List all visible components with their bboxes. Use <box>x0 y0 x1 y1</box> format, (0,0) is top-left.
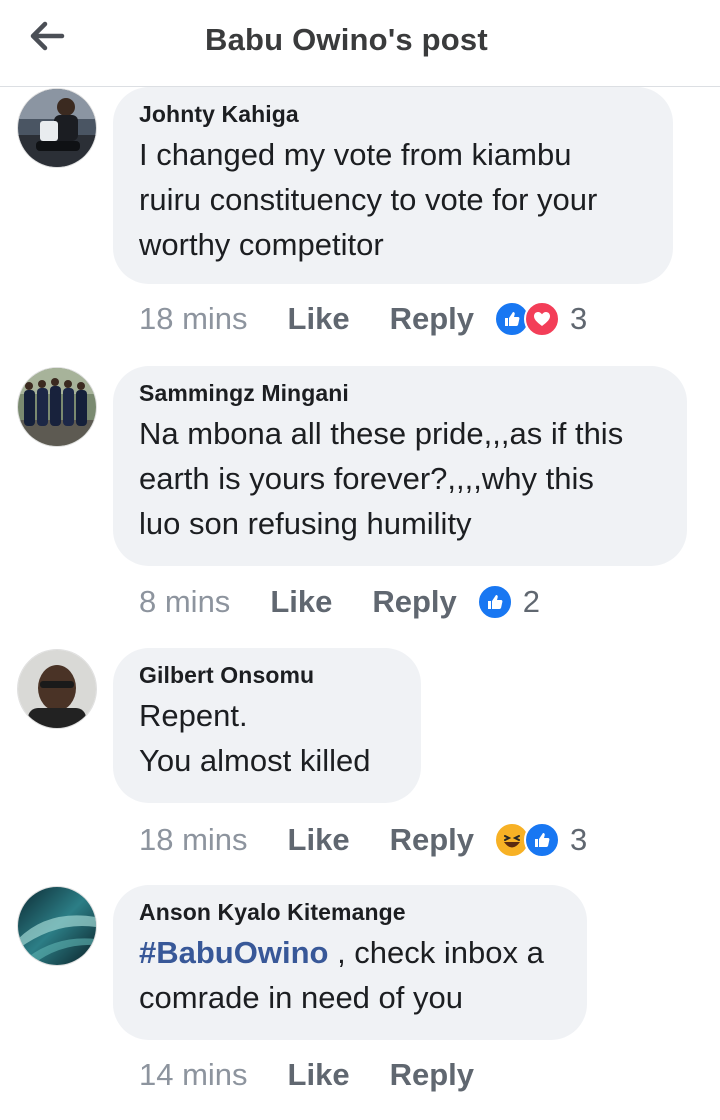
love-icon <box>524 301 560 337</box>
reply-button[interactable]: Reply <box>372 584 456 620</box>
reply-button[interactable]: Reply <box>390 1057 474 1093</box>
like-icon <box>476 584 513 620</box>
avatar[interactable] <box>17 649 97 729</box>
arrow-left-icon <box>30 21 65 51</box>
comment-author[interactable]: Gilbert Onsomu <box>139 662 395 689</box>
page-title: Babu Owino's post <box>205 22 488 57</box>
comment-text: Na mbona all these pride,,,as if this ea… <box>139 416 624 541</box>
comment-bubble: Gilbert Onsomu Repent. You almost killed <box>113 648 421 803</box>
avatar[interactable] <box>17 88 97 168</box>
reaction-count: 3 <box>570 822 588 857</box>
hashtag-link[interactable]: #BabuOwino <box>139 935 328 970</box>
comment-text: Repent. You almost killed <box>139 698 371 778</box>
reaction-count: 3 <box>570 301 588 336</box>
comment-time[interactable]: 8 mins <box>139 584 230 620</box>
avatar[interactable] <box>17 886 97 966</box>
comment-actions: 14 mins Like Reply <box>139 1055 474 1095</box>
top-bar: Babu Owino's post <box>0 0 720 87</box>
comment-bubble: Sammingz Mingani Na mbona all these prid… <box>113 366 687 566</box>
comment-author[interactable]: Johnty Kahiga <box>139 101 647 128</box>
avatar[interactable] <box>17 367 97 447</box>
comment-bubble: Johnty Kahiga I changed my vote from kia… <box>113 87 673 284</box>
reply-button[interactable]: Reply <box>390 301 474 337</box>
reaction-summary[interactable]: 2 <box>476 584 541 620</box>
reaction-summary[interactable]: 3 <box>494 822 587 858</box>
like-button[interactable]: Like <box>288 301 350 337</box>
comment-actions: 8 mins Like Reply 2 <box>139 582 540 622</box>
like-button[interactable]: Like <box>270 584 332 620</box>
comment-text: #BabuOwino , check inbox a comrade in ne… <box>139 930 561 1020</box>
like-icon <box>524 822 560 858</box>
comment-time[interactable]: 18 mins <box>139 301 248 337</box>
comment-text: I changed my vote from kiambu ruiru cons… <box>139 137 598 262</box>
comment-actions: 18 mins Like Reply 3 <box>139 820 587 860</box>
comment-actions: 18 mins Like Reply 3 <box>139 299 587 339</box>
comment-time[interactable]: 14 mins <box>139 1057 248 1093</box>
back-button[interactable] <box>22 14 72 58</box>
comment-time[interactable]: 18 mins <box>139 822 248 858</box>
reply-button[interactable]: Reply <box>390 822 474 858</box>
reaction-summary[interactable]: 3 <box>494 301 587 337</box>
comment-bubble: Anson Kyalo Kitemange #BabuOwino , check… <box>113 885 587 1040</box>
like-button[interactable]: Like <box>288 822 350 858</box>
reaction-count: 2 <box>522 584 541 619</box>
post-comments-screen: Babu Owino's post Johnty Kahiga I change… <box>0 0 720 1120</box>
like-button[interactable]: Like <box>288 1057 350 1093</box>
comment-author[interactable]: Sammingz Mingani <box>139 380 661 407</box>
comment-author[interactable]: Anson Kyalo Kitemange <box>139 899 561 926</box>
